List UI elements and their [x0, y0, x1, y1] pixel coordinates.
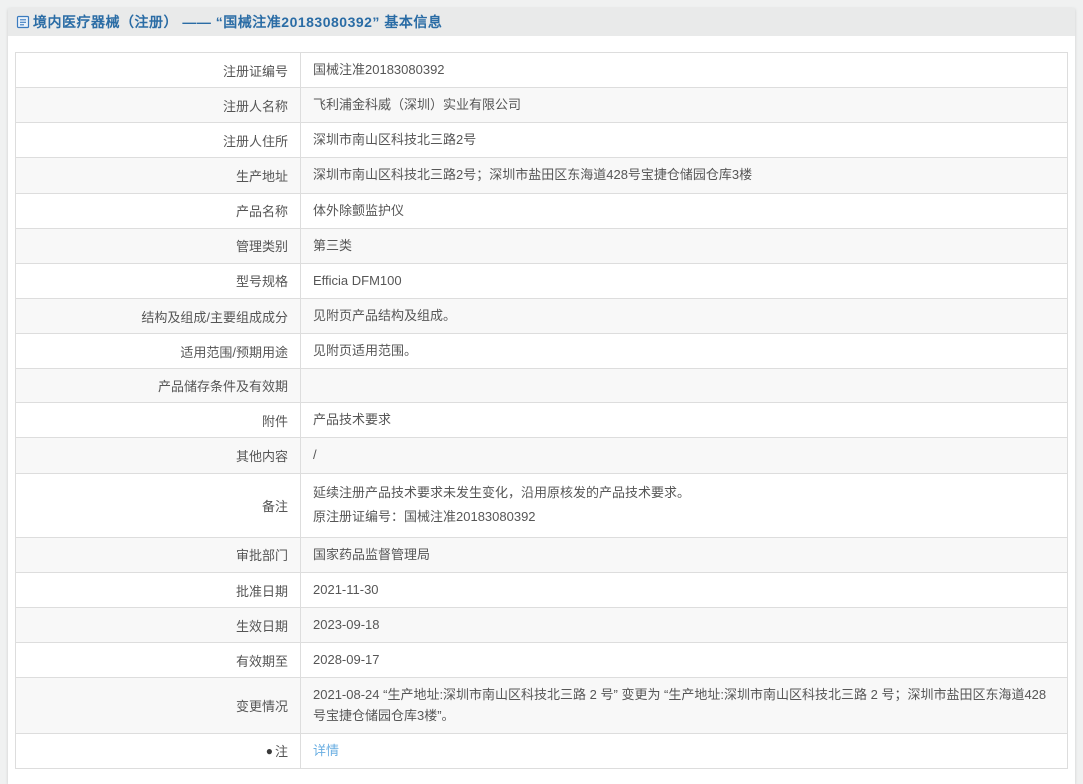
row-label: 其他内容: [15, 437, 301, 474]
row-label: 结构及组成/主要组成成分: [15, 297, 301, 335]
row-intended-use: 适用范围/预期用途 见附页适用范围。: [15, 333, 1068, 370]
row-value: /: [300, 437, 1068, 474]
row-value: 2021-08-24 “生产地址:深圳市南山区科技北三路 2 号” 变更为 “生…: [300, 677, 1068, 734]
row-approval-department: 审批部门 国家药品监督管理局: [15, 536, 1068, 574]
row-attachment: 附件 产品技术要求: [15, 402, 1068, 439]
row-value: 深圳市南山区科技北三路2号: [300, 122, 1068, 159]
row-value: 第三类: [300, 227, 1068, 264]
row-label: 型号规格: [15, 262, 301, 299]
main-panel: 境内医疗器械（注册） —— “国械注准20183080392” 基本信息 注册证…: [8, 8, 1075, 784]
row-value: 延续注册产品技术要求未发生变化，沿用原核发的产品技术要求。 原注册证编号：国械注…: [300, 472, 1068, 538]
title-bar: 境内医疗器械（注册） —— “国械注准20183080392” 基本信息: [8, 8, 1075, 36]
row-value: 体外除颤监护仪: [300, 192, 1068, 229]
row-value: 国械注准20183080392: [300, 51, 1068, 89]
row-label: 产品名称: [15, 192, 301, 229]
row-label: ● 注: [15, 732, 301, 769]
remark-line-2: 原注册证编号：国械注准20183080392: [313, 509, 536, 525]
row-label: 备注: [15, 472, 301, 538]
row-label: 变更情况: [15, 677, 301, 734]
row-value: 深圳市南山区科技北三路2号；深圳市盐田区东海道428号宝捷仓储园仓库3楼: [300, 157, 1068, 194]
row-label: 产品储存条件及有效期: [15, 368, 301, 404]
row-label: 注册人名称: [15, 87, 301, 124]
row-value: 见附页适用范围。: [300, 333, 1068, 370]
row-production-address: 生产地址 深圳市南山区科技北三路2号；深圳市盐田区东海道428号宝捷仓储园仓库3…: [15, 157, 1068, 194]
row-cert-number: 注册证编号 国械注准20183080392: [15, 51, 1068, 89]
row-value: [300, 368, 1068, 404]
note-dot-icon: ●: [265, 744, 273, 759]
row-label: 生产地址: [15, 157, 301, 194]
row-label: 生效日期: [15, 607, 301, 644]
remark-line-1: 延续注册产品技术要求未发生变化，沿用原核发的产品技术要求。: [313, 484, 691, 500]
row-approval-date: 批准日期 2021-11-30: [15, 572, 1068, 609]
row-value: 2023-09-18: [300, 607, 1068, 644]
row-storage-conditions: 产品储存条件及有效期: [15, 368, 1068, 404]
row-expiry-date: 有效期至 2028-09-17: [15, 642, 1068, 679]
row-value: 产品技术要求: [300, 402, 1068, 439]
row-structure-composition: 结构及组成/主要组成成分 见附页产品结构及组成。: [15, 297, 1068, 335]
row-model-spec: 型号规格 Efficia DFM100: [15, 262, 1068, 299]
row-label: 附件: [15, 402, 301, 439]
row-registrant-name: 注册人名称 飞利浦金科威（深圳）实业有限公司: [15, 87, 1068, 124]
row-value: 飞利浦金科威（深圳）实业有限公司: [300, 87, 1068, 124]
row-value: 国家药品监督管理局: [300, 536, 1068, 574]
row-label: 管理类别: [15, 227, 301, 264]
row-label: 批准日期: [15, 572, 301, 609]
row-value: 2028-09-17: [300, 642, 1068, 679]
document-icon: [16, 15, 30, 29]
details-link[interactable]: 详情: [313, 743, 339, 758]
row-management-class: 管理类别 第三类: [15, 227, 1068, 264]
row-product-name: 产品名称 体外除颤监护仪: [15, 192, 1068, 229]
row-value: 详情: [300, 732, 1068, 769]
row-value: 2021-11-30: [300, 572, 1068, 609]
row-note: ● 注 详情: [15, 732, 1068, 769]
content-area: 注册证编号 国械注准20183080392 注册人名称 飞利浦金科威（深圳）实业…: [8, 36, 1075, 784]
row-remark: 备注 延续注册产品技术要求未发生变化，沿用原核发的产品技术要求。 原注册证编号：…: [15, 472, 1068, 538]
row-registrant-address: 注册人住所 深圳市南山区科技北三路2号: [15, 122, 1068, 159]
row-other-content: 其他内容 /: [15, 437, 1068, 474]
row-effective-date: 生效日期 2023-09-18: [15, 607, 1068, 644]
row-change-info: 变更情况 2021-08-24 “生产地址:深圳市南山区科技北三路 2 号” 变…: [15, 677, 1068, 734]
row-value: Efficia DFM100: [300, 262, 1068, 299]
row-label: 注册人住所: [15, 122, 301, 159]
row-label: 有效期至: [15, 642, 301, 679]
row-label: 审批部门: [15, 536, 301, 574]
row-label: 适用范围/预期用途: [15, 333, 301, 370]
page-title: 境内医疗器械（注册） —— “国械注准20183080392” 基本信息: [33, 14, 443, 30]
registration-info-table: 注册证编号 国械注准20183080392 注册人名称 飞利浦金科威（深圳）实业…: [15, 51, 1068, 769]
row-label: 注册证编号: [15, 51, 301, 89]
row-value: 见附页产品结构及组成。: [300, 297, 1068, 335]
note-label: 注: [274, 744, 288, 760]
